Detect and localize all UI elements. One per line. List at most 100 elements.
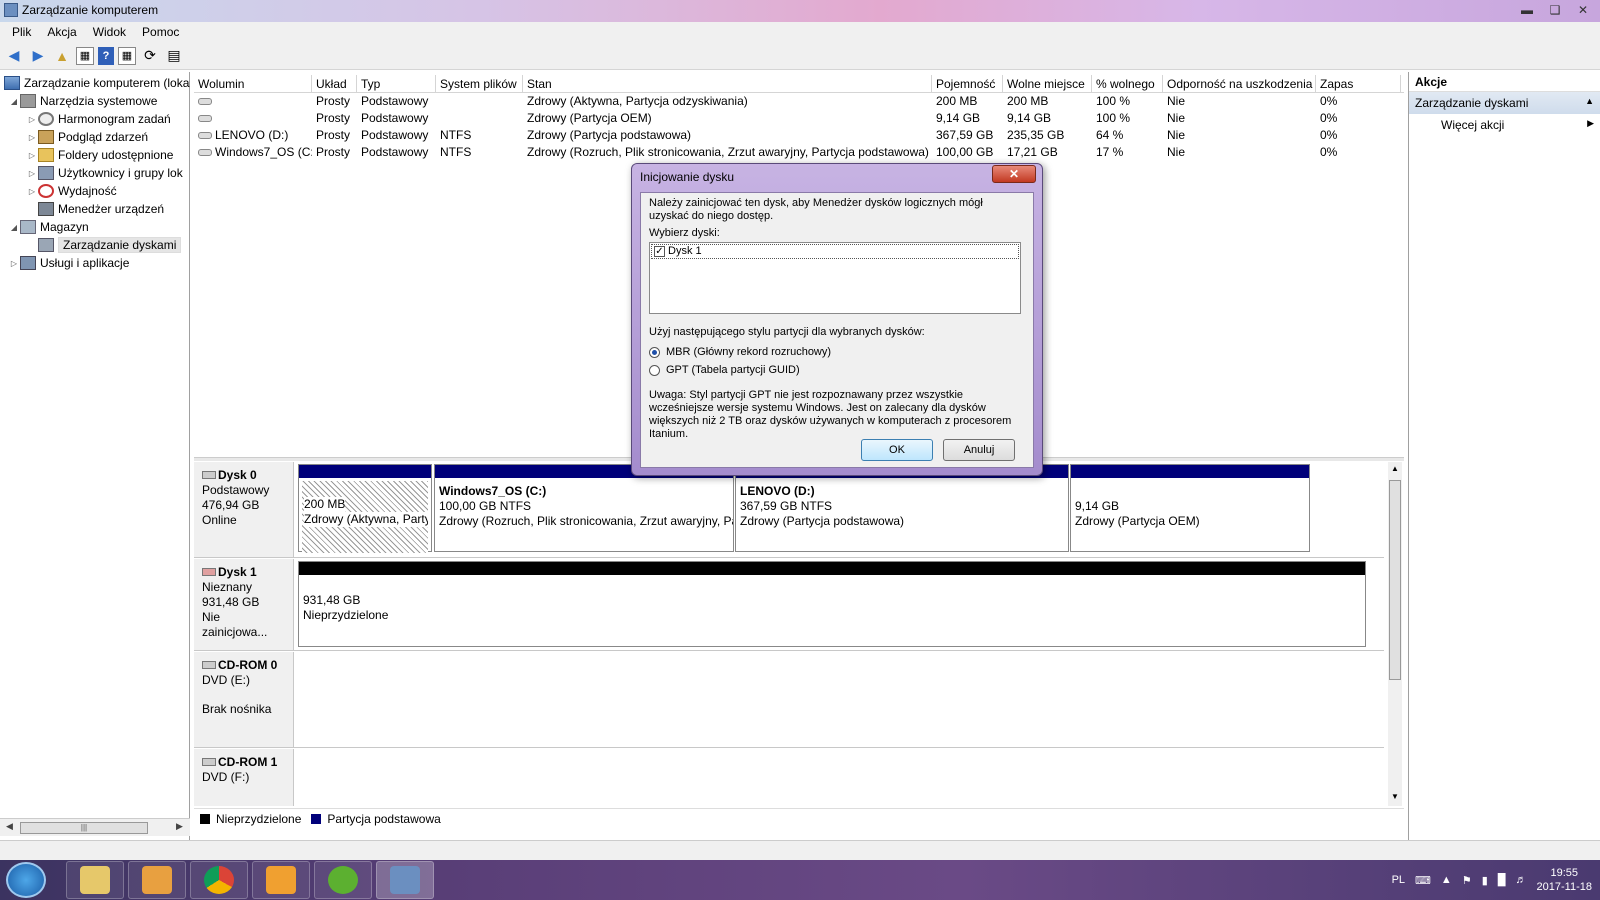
tree-services-apps[interactable]: ▷ Usługi i aplikacje — [8, 254, 129, 272]
volume-icon[interactable]: ♬ — [1516, 874, 1527, 886]
ok-button[interactable]: OK — [861, 439, 933, 461]
flag-icon[interactable]: ⚑ — [1462, 874, 1472, 887]
hard-disk-error-icon — [202, 568, 216, 576]
collapse-arrow-icon[interactable]: ◢ — [8, 97, 20, 106]
show-hide-action-pane-icon[interactable]: ▦ — [118, 46, 136, 65]
taskbar-utorrent[interactable] — [314, 861, 372, 899]
tree-event-viewer[interactable]: ▷ Podgląd zdarzeń — [26, 128, 148, 146]
window-titlebar[interactable]: Zarządzanie komputerem ▬ ❑ ✕ — [0, 0, 1600, 22]
taskbar-chrome[interactable] — [190, 861, 248, 899]
tree-task-scheduler[interactable]: ▷ Harmonogram zadań — [26, 110, 171, 128]
gpt-option[interactable]: GPT (Tabela partycji GUID) — [649, 361, 1025, 379]
cdrom-1-label[interactable]: CD-ROM 1 DVD (F:) — [194, 749, 294, 806]
col-stan[interactable]: Stan — [523, 75, 932, 92]
disk-row-1[interactable]: Dysk 1 Nieznany 931,48 GB Nie zainicjowa… — [194, 559, 1384, 651]
tree-performance[interactable]: ▷ Wydajność — [26, 182, 117, 200]
properties-icon[interactable]: ▤ — [164, 46, 184, 66]
expand-arrow-icon[interactable]: ▷ — [26, 133, 38, 142]
tree-device-manager[interactable]: Menedżer urządzeń — [38, 200, 164, 218]
clock[interactable]: 19:55 2017-11-18 — [1537, 866, 1592, 894]
cdrom-row-1[interactable]: CD-ROM 1 DVD (F:) — [194, 749, 1384, 806]
show-hide-tree-icon[interactable]: ▦ — [76, 46, 94, 65]
expand-arrow-icon[interactable]: ▷ — [26, 115, 38, 124]
taskbar-media-player[interactable] — [128, 861, 186, 899]
partition-windows7-os[interactable]: Windows7_OS (C:) 100,00 GB NTFS Zdrowy (… — [434, 464, 734, 552]
menu-pomoc[interactable]: Pomoc — [134, 25, 187, 39]
tree-system-tools[interactable]: ◢ Narzędzia systemowe — [8, 92, 157, 110]
scroll-down-icon[interactable]: ▼ — [1391, 792, 1399, 801]
actions-section-disk-management[interactable]: Zarządzanie dyskami ▲ — [1409, 92, 1600, 114]
partition-name: LENOVO (D:) — [740, 484, 815, 498]
expand-arrow-icon[interactable]: ▷ — [26, 151, 38, 160]
disk-0-label[interactable]: Dysk 0 Podstawowy 476,94 GB Online — [194, 462, 294, 557]
scrollbar-thumb[interactable]: ||| — [20, 822, 148, 834]
show-hidden-icons-icon[interactable]: ▲ — [1441, 874, 1452, 886]
keyboard-icon[interactable]: ⌨ — [1415, 874, 1431, 887]
list-item[interactable]: ✓ Dysk 1 — [651, 244, 1019, 259]
mbr-option[interactable]: MBR (Główny rekord rozruchowy) — [649, 343, 1025, 361]
partition-lenovo[interactable]: LENOVO (D:) 367,59 GB NTFS Zdrowy (Party… — [735, 464, 1069, 552]
tree-users-groups[interactable]: ▷ Użytkownicy i grupy lok — [26, 164, 183, 182]
table-row[interactable]: LENOVO (D:) Prosty Podstawowy NTFS Zdrow… — [194, 127, 1404, 144]
close-button[interactable]: ✕ — [1570, 1, 1596, 19]
collapse-up-icon[interactable]: ▲ — [1585, 96, 1594, 106]
minimize-button[interactable]: ▬ — [1514, 1, 1540, 19]
disk-row-0[interactable]: Dysk 0 Podstawowy 476,94 GB Online 200 M… — [194, 462, 1384, 558]
table-row[interactable]: Prosty Podstawowy Zdrowy (Partycja OEM) … — [194, 110, 1404, 127]
table-row[interactable]: Prosty Podstawowy Zdrowy (Aktywna, Party… — [194, 93, 1404, 110]
col-wolumin[interactable]: Wolumin — [194, 75, 312, 92]
taskbar-outlook[interactable] — [252, 861, 310, 899]
tree-disk-management[interactable]: Zarządzanie dyskami — [38, 236, 182, 254]
col-procent-wolnego[interactable]: % wolnego — [1092, 75, 1163, 92]
language-indicator[interactable]: PL — [1392, 874, 1405, 886]
menu-plik[interactable]: Plik — [4, 25, 39, 39]
partition-oem[interactable]: 9,14 GB Zdrowy (Partycja OEM) — [1070, 464, 1310, 552]
disk-list[interactable]: ✓ Dysk 1 — [649, 242, 1021, 314]
disk-1-label[interactable]: Dysk 1 Nieznany 931,48 GB Nie zainicjowa… — [194, 559, 294, 650]
up-folder-icon[interactable]: ▲ — [52, 46, 72, 66]
partition-unallocated[interactable]: 931,48 GB Nieprzydzielone — [298, 561, 1366, 647]
expand-arrow-icon[interactable]: ▷ — [26, 187, 38, 196]
cdrom-0-label[interactable]: CD-ROM 0 DVD (E:) Brak nośnika — [194, 652, 294, 747]
scrollbar-thumb[interactable] — [1389, 480, 1401, 680]
col-odpornosc[interactable]: Odporność na uszkodzenia — [1163, 75, 1316, 92]
cancel-button[interactable]: Anuluj — [943, 439, 1015, 461]
help-icon[interactable]: ? — [98, 46, 114, 65]
refresh-icon[interactable]: ⟳ — [140, 46, 160, 66]
dialog-close-button[interactable]: ✕ — [992, 165, 1036, 183]
tree-storage[interactable]: ◢ Magazyn — [8, 218, 89, 236]
scroll-up-icon[interactable]: ▲ — [1391, 464, 1399, 473]
more-actions-item[interactable]: Więcej akcji ▶ — [1409, 114, 1600, 134]
tree-shared-folders[interactable]: ▷ Foldery udostępnione — [26, 146, 173, 164]
col-system-plikow[interactable]: System plików — [436, 75, 523, 92]
forward-icon[interactable]: ▶ — [28, 46, 48, 66]
taskbar-explorer[interactable] — [66, 861, 124, 899]
table-row[interactable]: Windows7_OS (C:) Prosty Podstawowy NTFS … — [194, 144, 1404, 161]
power-icon[interactable]: ▮ — [1482, 874, 1488, 887]
expand-arrow-icon[interactable]: ▷ — [8, 259, 20, 268]
disk-checkbox[interactable]: ✓ — [654, 246, 665, 257]
col-wolne-miejsce[interactable]: Wolne miejsce — [1003, 75, 1092, 92]
col-uklad[interactable]: Układ — [312, 75, 357, 92]
mbr-radio[interactable] — [649, 346, 660, 358]
expand-arrow-icon[interactable]: ▷ — [26, 169, 38, 178]
partition-recovery[interactable]: 200 MB Zdrowy (Aktywna, Party — [298, 464, 432, 553]
disk-view-vertical-scrollbar[interactable]: ▲ ▼ — [1388, 462, 1402, 806]
scroll-right-icon[interactable]: ▶ — [176, 821, 183, 832]
cdrom-row-0[interactable]: CD-ROM 0 DVD (E:) Brak nośnika — [194, 652, 1384, 748]
network-icon[interactable]: █ — [1498, 874, 1506, 886]
col-pojemnosc[interactable]: Pojemność — [932, 75, 1003, 92]
maximize-button[interactable]: ❑ — [1542, 1, 1568, 19]
taskbar-computer-management[interactable] — [376, 861, 434, 899]
col-zapas[interactable]: Zapas — [1316, 75, 1401, 92]
gpt-radio[interactable] — [649, 364, 660, 376]
scroll-left-icon[interactable]: ◀ — [6, 821, 13, 832]
back-icon[interactable]: ◀ — [4, 46, 24, 66]
col-typ[interactable]: Typ — [357, 75, 436, 92]
menu-widok[interactable]: Widok — [85, 25, 134, 39]
menu-akcja[interactable]: Akcja — [39, 25, 84, 39]
start-button[interactable] — [6, 862, 46, 898]
collapse-arrow-icon[interactable]: ◢ — [8, 223, 20, 232]
tree-horizontal-scrollbar[interactable]: ◀ ||| ▶ — [0, 818, 190, 836]
tree-root[interactable]: Zarządzanie komputerem (loka — [4, 74, 189, 92]
